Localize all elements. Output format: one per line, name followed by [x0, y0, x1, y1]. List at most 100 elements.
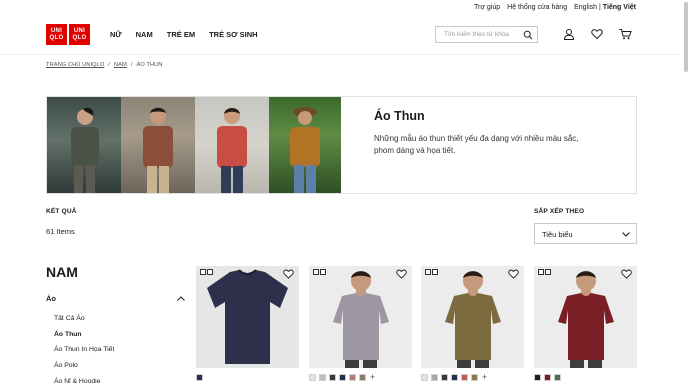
color-swatch[interactable] — [461, 374, 468, 381]
product-image-wrap — [309, 266, 412, 368]
banner-photo-1 — [47, 97, 121, 193]
logo-text-bottom-right: QLO — [72, 34, 87, 41]
color-swatch[interactable] — [359, 374, 366, 381]
wishlist-heart-icon[interactable] — [591, 28, 603, 40]
product-image-wrap — [534, 266, 637, 368]
nav-baby[interactable]: TRẺ SƠ SINH — [209, 30, 258, 39]
search-placeholder: Tìm kiếm theo từ khóa — [444, 31, 510, 38]
color-swatch[interactable] — [431, 374, 438, 381]
color-swatch[interactable] — [329, 374, 336, 381]
search-input[interactable]: Tìm kiếm theo từ khóa — [435, 26, 538, 43]
favorite-heart-icon[interactable] — [508, 269, 519, 279]
sort-label: SẮP XẾP THEO — [534, 208, 585, 215]
product-image — [333, 271, 389, 368]
color-swatch[interactable] — [421, 374, 428, 381]
product-image-wrap — [196, 266, 299, 368]
sidebar-category-label: Áo — [46, 294, 56, 303]
color-swatches: + — [421, 373, 487, 382]
category-banner: Áo Thun Những mẫu áo thun thiết yếu đa d… — [46, 96, 637, 194]
color-swatch[interactable] — [554, 374, 561, 381]
nav-kids[interactable]: TRẺ EM — [167, 30, 195, 39]
sidebar-item-tshirts[interactable]: Áo Thun — [54, 327, 114, 343]
color-swatch[interactable] — [309, 374, 316, 381]
sidebar-title: NAM — [46, 264, 78, 280]
logo-block-right: UNI QLO — [69, 24, 90, 45]
logo-text-bottom-left: QLO — [49, 34, 64, 41]
breadcrumb-separator: / — [130, 62, 133, 68]
color-swatch[interactable] — [534, 374, 541, 381]
logo-text-top-right: UNI — [73, 27, 86, 34]
sort-value: Tiêu biểu — [542, 230, 573, 239]
breadcrumb-separator: / — [108, 62, 110, 68]
header-divider — [0, 54, 680, 55]
breadcrumb-men[interactable]: NAM — [114, 62, 127, 68]
color-swatch[interactable] — [544, 374, 551, 381]
user-icon[interactable] — [563, 28, 575, 40]
product-image — [207, 269, 288, 364]
nav-men[interactable]: NAM — [136, 30, 153, 39]
banner-photo-4 — [269, 97, 341, 193]
more-colors-plus-icon[interactable]: + — [370, 373, 375, 382]
page: Trợ giúp Hệ thống cửa hàng English | Tiế… — [0, 0, 690, 391]
favorite-heart-icon[interactable] — [621, 269, 632, 279]
color-swatches: + — [309, 373, 375, 382]
sidebar-list: Tất Cả Áo Áo Thun Áo Thun In Họa Tiết Áo… — [54, 311, 114, 390]
sidebar-item-sweat-hoodie[interactable]: Áo Nỉ & Hoodie — [54, 374, 114, 390]
search-icon[interactable] — [523, 30, 533, 40]
category-description: Những mẫu áo thun thiết yếu đa dạng với … — [374, 134, 579, 155]
product-card[interactable] — [421, 266, 524, 368]
breadcrumb: TRANG CHỦ UNIQLO / NAM / ÁO THUN — [46, 62, 162, 68]
lang-en-link[interactable]: English — [574, 4, 597, 11]
color-swatch[interactable] — [339, 374, 346, 381]
breadcrumb-home[interactable]: TRANG CHỦ UNIQLO — [46, 62, 104, 68]
results-label: KẾT QUẢ — [46, 208, 77, 215]
sidebar-item-all-tops[interactable]: Tất Cả Áo — [54, 311, 114, 327]
lang-separator: | — [599, 4, 601, 11]
results-count: 61 Items — [46, 227, 75, 236]
nav-women[interactable]: NỮ — [110, 30, 122, 39]
main-nav: NỮ NAM TRẺ EM TRẺ SƠ SINH — [110, 30, 258, 39]
color-swatch[interactable] — [451, 374, 458, 381]
product-card[interactable] — [534, 266, 637, 368]
lang-vi-link[interactable]: Tiếng Việt — [603, 4, 636, 11]
badge-icon — [200, 269, 213, 275]
header-icons — [563, 28, 632, 40]
favorite-heart-icon[interactable] — [283, 269, 294, 279]
product-card[interactable] — [309, 266, 412, 368]
favorite-heart-icon[interactable] — [396, 269, 407, 279]
chevron-down-icon — [622, 232, 630, 237]
sort-select[interactable]: Tiêu biểu — [534, 223, 637, 244]
banner-photo-2 — [121, 97, 195, 193]
chevron-up-icon — [177, 296, 185, 301]
banner-image — [47, 97, 341, 193]
badge-icon — [425, 269, 438, 275]
banner-photo-3 — [195, 97, 269, 193]
color-swatch[interactable] — [349, 374, 356, 381]
logo-block-left: UNI QLO — [46, 24, 67, 45]
uniqlo-logo[interactable]: UNI QLO UNI QLO — [46, 24, 90, 45]
badge-icon — [313, 269, 326, 275]
stores-link[interactable]: Hệ thống cửa hàng — [507, 4, 567, 11]
color-swatch[interactable] — [441, 374, 448, 381]
help-link[interactable]: Trợ giúp — [474, 4, 500, 11]
logo-text-top-left: UNI — [50, 27, 63, 34]
cart-icon[interactable] — [619, 28, 632, 40]
sidebar-item-polo[interactable]: Áo Polo — [54, 358, 114, 374]
color-swatches — [196, 374, 203, 381]
badge-icon — [538, 269, 551, 275]
product-image — [558, 271, 614, 368]
color-swatch[interactable] — [319, 374, 326, 381]
breadcrumb-current: ÁO THUN — [136, 62, 163, 68]
product-card[interactable] — [196, 266, 299, 368]
sidebar-item-graphic-tees[interactable]: Áo Thun In Họa Tiết — [54, 342, 114, 358]
more-colors-plus-icon[interactable]: + — [482, 373, 487, 382]
scrollbar-thumb[interactable] — [684, 2, 688, 72]
product-image-wrap — [421, 266, 524, 368]
color-swatch[interactable] — [196, 374, 203, 381]
language-switch: English | Tiếng Việt — [574, 4, 636, 11]
product-image — [445, 271, 501, 368]
sidebar-category-toggle[interactable]: Áo — [46, 294, 185, 303]
color-swatch[interactable] — [471, 374, 478, 381]
utility-bar: Trợ giúp Hệ thống cửa hàng English | Tiế… — [474, 4, 636, 11]
banner-text: Áo Thun Những mẫu áo thun thiết yếu đa d… — [341, 97, 599, 193]
